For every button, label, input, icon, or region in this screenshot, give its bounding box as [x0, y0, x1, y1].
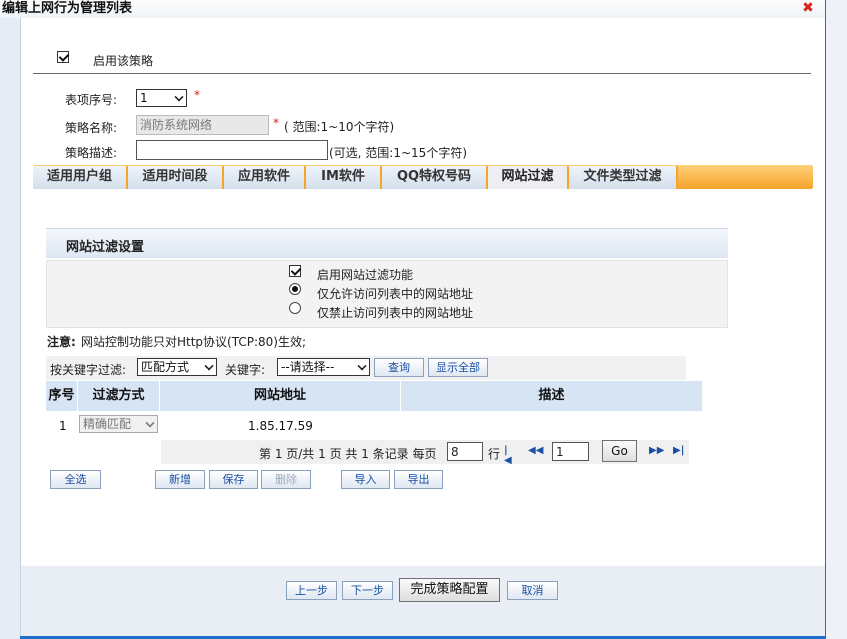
window-edge: [825, 0, 847, 639]
save-button[interactable]: 保存: [209, 470, 258, 489]
deny-only-label: 仅禁止访问列表中的网站地址: [317, 306, 474, 320]
close-icon[interactable]: ✖: [801, 1, 815, 15]
footer-area: 上一步 下一步 完成策略配置 取消: [21, 566, 825, 636]
required-mark: *: [194, 88, 200, 102]
add-button[interactable]: 新增: [155, 470, 205, 489]
note-prefix: 注意:: [47, 335, 76, 349]
tab-im-software[interactable]: IM软件: [306, 166, 382, 189]
section-title: 网站过滤设置: [66, 240, 145, 255]
row-url: 1.85.17.59: [248, 419, 313, 433]
allow-only-label: 仅允许访问列表中的网站地址: [317, 287, 474, 301]
enable-policy-label: 启用该策略: [93, 54, 154, 68]
desc-input[interactable]: [136, 140, 328, 160]
finish-policy-button[interactable]: 完成策略配置: [399, 578, 500, 602]
tab-user-group[interactable]: 适用用户组: [33, 166, 128, 189]
select-all-button[interactable]: 全选: [50, 470, 101, 489]
row-mode-select[interactable]: 精确匹配: [79, 415, 158, 433]
tab-website-filter[interactable]: 网站过滤: [488, 166, 569, 189]
chevron-down-icon: [204, 361, 214, 371]
title-bar: 编辑上网行为管理列表 ✖: [0, 0, 847, 18]
prev-page-icon[interactable]: ◀◀: [528, 446, 543, 456]
tab-file-type-filter[interactable]: 文件类型过滤: [569, 166, 678, 189]
window-title: 编辑上网行为管理列表: [2, 1, 133, 16]
col-mode: 过滤方式: [78, 381, 160, 411]
chevron-down-icon: [174, 92, 184, 102]
enable-policy-checkbox[interactable]: [57, 51, 69, 63]
last-page-icon[interactable]: ▶|: [673, 446, 684, 456]
name-hint: ( 范围:1~10个字符): [284, 120, 395, 134]
show-all-button[interactable]: 显示全部: [428, 358, 488, 377]
export-button[interactable]: 导出: [394, 470, 443, 489]
filter-bar: 按关键字过滤: 匹配方式 关键字: --请选择-- 查询 显示全部: [46, 356, 686, 380]
prev-step-button[interactable]: 上一步: [286, 581, 337, 600]
note-text: 网站控制功能只对Http协议(TCP:80)生效;: [81, 335, 307, 349]
col-index: 序号: [46, 381, 78, 411]
table-row: 1 精确匹配 1.85.17.59: [46, 413, 702, 437]
table-header: 序号 过滤方式 网站地址 描述: [46, 381, 702, 411]
dialog-content: 启用该策略 表项序号: 1 * 策略名称: 消防系统网络 * ( 范围:1~10…: [20, 18, 825, 636]
allow-only-radio[interactable]: [289, 283, 301, 295]
keyword-select[interactable]: --请选择--: [277, 358, 370, 376]
index-select[interactable]: 1: [136, 89, 187, 107]
dialog: 编辑上网行为管理列表 ✖ 启用该策略 表项序号: 1 * 策略名称: 消防系统网…: [0, 0, 847, 639]
index-label: 表项序号:: [65, 93, 118, 107]
row-index: 1: [59, 419, 67, 433]
cancel-button[interactable]: 取消: [507, 581, 558, 600]
tab-app-software[interactable]: 应用软件: [224, 166, 306, 189]
match-mode-select[interactable]: 匹配方式: [137, 358, 217, 376]
delete-button[interactable]: 删除: [261, 470, 311, 489]
import-button[interactable]: 导入: [341, 470, 390, 489]
keyword-label: 关键字:: [225, 363, 266, 377]
desc-hint: (可选, 范围:1~15个字符): [329, 146, 467, 160]
pager: 第 1 页/共 1 页 共 1 条记录 每页 8 行 |◀ ◀◀ 1 Go ▶▶…: [161, 440, 689, 466]
enable-filter-checkbox[interactable]: [289, 265, 301, 277]
tab-bar: 适用用户组 适用时间段 应用软件 IM软件 QQ特权号码 网站过滤 文件类型过滤: [33, 165, 813, 189]
section-body: 启用网站过滤功能 仅允许访问列表中的网站地址 仅禁止访问列表中的网站地址: [46, 260, 728, 328]
name-label: 策略名称:: [65, 121, 118, 135]
go-button[interactable]: Go: [602, 440, 637, 462]
query-button[interactable]: 查询: [374, 358, 424, 377]
deny-only-radio[interactable]: [289, 302, 301, 314]
divider: [33, 73, 811, 74]
next-step-button[interactable]: 下一步: [342, 581, 393, 600]
tab-time-range[interactable]: 适用时间段: [128, 166, 224, 189]
desc-label: 策略描述:: [65, 146, 118, 160]
tab-qq-privilege[interactable]: QQ特权号码: [382, 166, 488, 189]
keyword-filter-label: 按关键字过滤:: [50, 363, 127, 377]
next-page-icon[interactable]: ▶▶: [649, 446, 664, 456]
chevron-down-icon: [357, 361, 367, 371]
required-mark: *: [273, 116, 279, 130]
col-desc: 描述: [538, 388, 565, 403]
pager-summary: 第 1 页/共 1 页 共 1 条记录 每页: [259, 447, 437, 461]
page-input[interactable]: 1: [552, 442, 589, 461]
rows-unit: 行: [488, 447, 501, 461]
name-input[interactable]: 消防系统网络: [136, 115, 269, 135]
chevron-down-icon: [145, 418, 155, 428]
per-page-input[interactable]: 8: [447, 442, 483, 461]
enable-filter-label: 启用网站过滤功能: [317, 268, 414, 282]
section-header: 网站过滤设置: [46, 228, 728, 258]
first-page-icon[interactable]: |◀: [504, 446, 515, 466]
col-url: 网站地址: [160, 381, 401, 411]
